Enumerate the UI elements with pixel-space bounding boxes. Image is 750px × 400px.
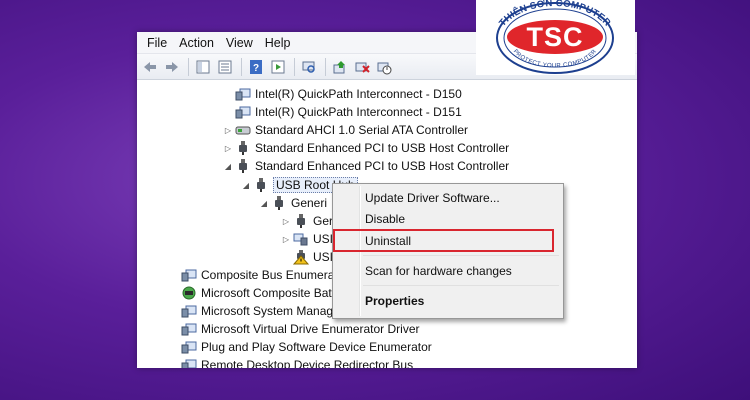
uninstall-device-icon[interactable]: [352, 57, 372, 77]
logo-brand-text: TSC: [527, 22, 584, 52]
battery-device-icon: [181, 285, 197, 301]
tree-item-label: Composite Bus Enumerator: [201, 268, 349, 282]
tree-item[interactable]: ▷ Standard Enhanced PCI to USB Host Cont…: [223, 139, 509, 157]
usb-composite-icon: [293, 231, 309, 247]
update-driver-icon[interactable]: [330, 57, 350, 77]
tree-item-label: Standard Enhanced PCI to USB Host Contro…: [255, 141, 510, 155]
tree-item-label: Generi: [291, 196, 328, 210]
tree-item-label: Microsoft Virtual Drive Enumerator Drive…: [201, 322, 420, 336]
tree-item-label: Standard AHCI 1.0 Serial ATA Controller: [255, 123, 468, 137]
tree-item[interactable]: Composite Bus Enumerator: [169, 266, 348, 284]
menu-view[interactable]: View: [220, 32, 259, 54]
system-device-icon: [181, 357, 197, 368]
system-device-icon: [235, 104, 251, 120]
menu-separator: [363, 285, 559, 286]
warning-device-icon: [293, 249, 309, 265]
toolbar-divider: [325, 57, 326, 76]
disable-device-icon[interactable]: [374, 57, 394, 77]
forward-icon[interactable]: [162, 57, 182, 77]
expand-arrow-icon[interactable]: ▷: [223, 126, 233, 135]
toolbar-divider: [294, 57, 295, 76]
system-device-icon: [181, 267, 197, 283]
system-device-icon: [181, 303, 197, 319]
tree-item[interactable]: Microsoft Virtual Drive Enumerator Drive…: [169, 320, 420, 338]
tree-item[interactable]: Remote Desktop Device Redirector Bus: [169, 356, 413, 368]
tsc-logo: THIÊN SƠN COMPUTER TSC PROTECT YOUR COMP…: [476, 0, 635, 75]
tree-item[interactable]: Microsoft Composite Battery: [169, 284, 352, 302]
tree-item[interactable]: ▷ USI: [281, 230, 333, 248]
system-device-icon: [181, 339, 197, 355]
tree-item-label: Plug and Play Software Device Enumerator: [201, 340, 432, 354]
menu-item-scan-hardware[interactable]: Scan for hardware changes: [365, 261, 512, 281]
tree-item-label: Standard Enhanced PCI to USB Host Contro…: [255, 159, 510, 173]
tree-item[interactable]: ◢ Standard Enhanced PCI to USB Host Cont…: [223, 157, 509, 175]
tree-item[interactable]: Intel(R) QuickPath Interconnect - D150: [223, 85, 462, 103]
help-icon[interactable]: ?: [246, 57, 266, 77]
collapse-arrow-icon[interactable]: ◢: [223, 162, 233, 171]
back-icon[interactable]: [140, 57, 160, 77]
tree-item[interactable]: ▷ Ger: [281, 212, 333, 230]
usb-controller-icon: [235, 158, 251, 174]
tree-item[interactable]: USI: [281, 248, 333, 266]
properties-icon[interactable]: [215, 57, 235, 77]
usb-hub-icon: [271, 195, 287, 211]
toolbar-divider: [188, 57, 189, 76]
tree-item-label: Remote Desktop Device Redirector Bus: [201, 358, 414, 368]
scan-hardware-icon[interactable]: [299, 57, 319, 77]
menu-action[interactable]: Action: [173, 32, 220, 54]
menu-help[interactable]: Help: [259, 32, 297, 54]
usb-controller-icon: [235, 140, 251, 156]
expand-arrow-icon[interactable]: ▷: [223, 144, 233, 153]
menu-item-disable[interactable]: Disable: [365, 209, 405, 229]
expand-arrow-icon[interactable]: ▷: [281, 217, 291, 226]
collapse-arrow-icon[interactable]: ◢: [259, 199, 269, 208]
toolbar-divider: [241, 57, 242, 76]
system-device-icon: [181, 321, 197, 337]
details-icon[interactable]: [268, 57, 288, 77]
tree-item[interactable]: Plug and Play Software Device Enumerator: [169, 338, 432, 356]
tree-item-label: Intel(R) QuickPath Interconnect - D151: [255, 105, 462, 119]
menu-item-update-driver[interactable]: Update Driver Software...: [365, 188, 500, 208]
menu-file[interactable]: File: [141, 32, 173, 54]
tree-item-label: Intel(R) QuickPath Interconnect - D150: [255, 87, 462, 101]
system-device-icon: [235, 86, 251, 102]
expand-arrow-icon[interactable]: ▷: [281, 235, 291, 244]
collapse-arrow-icon[interactable]: ◢: [241, 181, 251, 190]
tree-item[interactable]: Intel(R) QuickPath Interconnect - D151: [223, 103, 462, 121]
tree-item-label: Ger: [313, 214, 334, 228]
tree-item[interactable]: ▷ Standard AHCI 1.0 Serial ATA Controlle…: [223, 121, 468, 139]
tree-item[interactable]: ◢ Generi: [259, 194, 327, 212]
ata-controller-icon: [235, 122, 251, 138]
uninstall-highlight-box: [333, 229, 554, 252]
tree-item-label: USI: [313, 250, 334, 264]
show-hide-tree-icon[interactable]: [193, 57, 213, 77]
menu-separator: [363, 255, 559, 256]
usb-hub-icon: [253, 177, 269, 193]
tree-item-label: USI: [313, 232, 334, 246]
tree-item-label: Microsoft Composite Battery: [201, 286, 352, 300]
usb-device-icon: [293, 213, 309, 229]
svg-text:?: ?: [253, 63, 259, 74]
menu-item-properties[interactable]: Properties: [365, 291, 424, 311]
